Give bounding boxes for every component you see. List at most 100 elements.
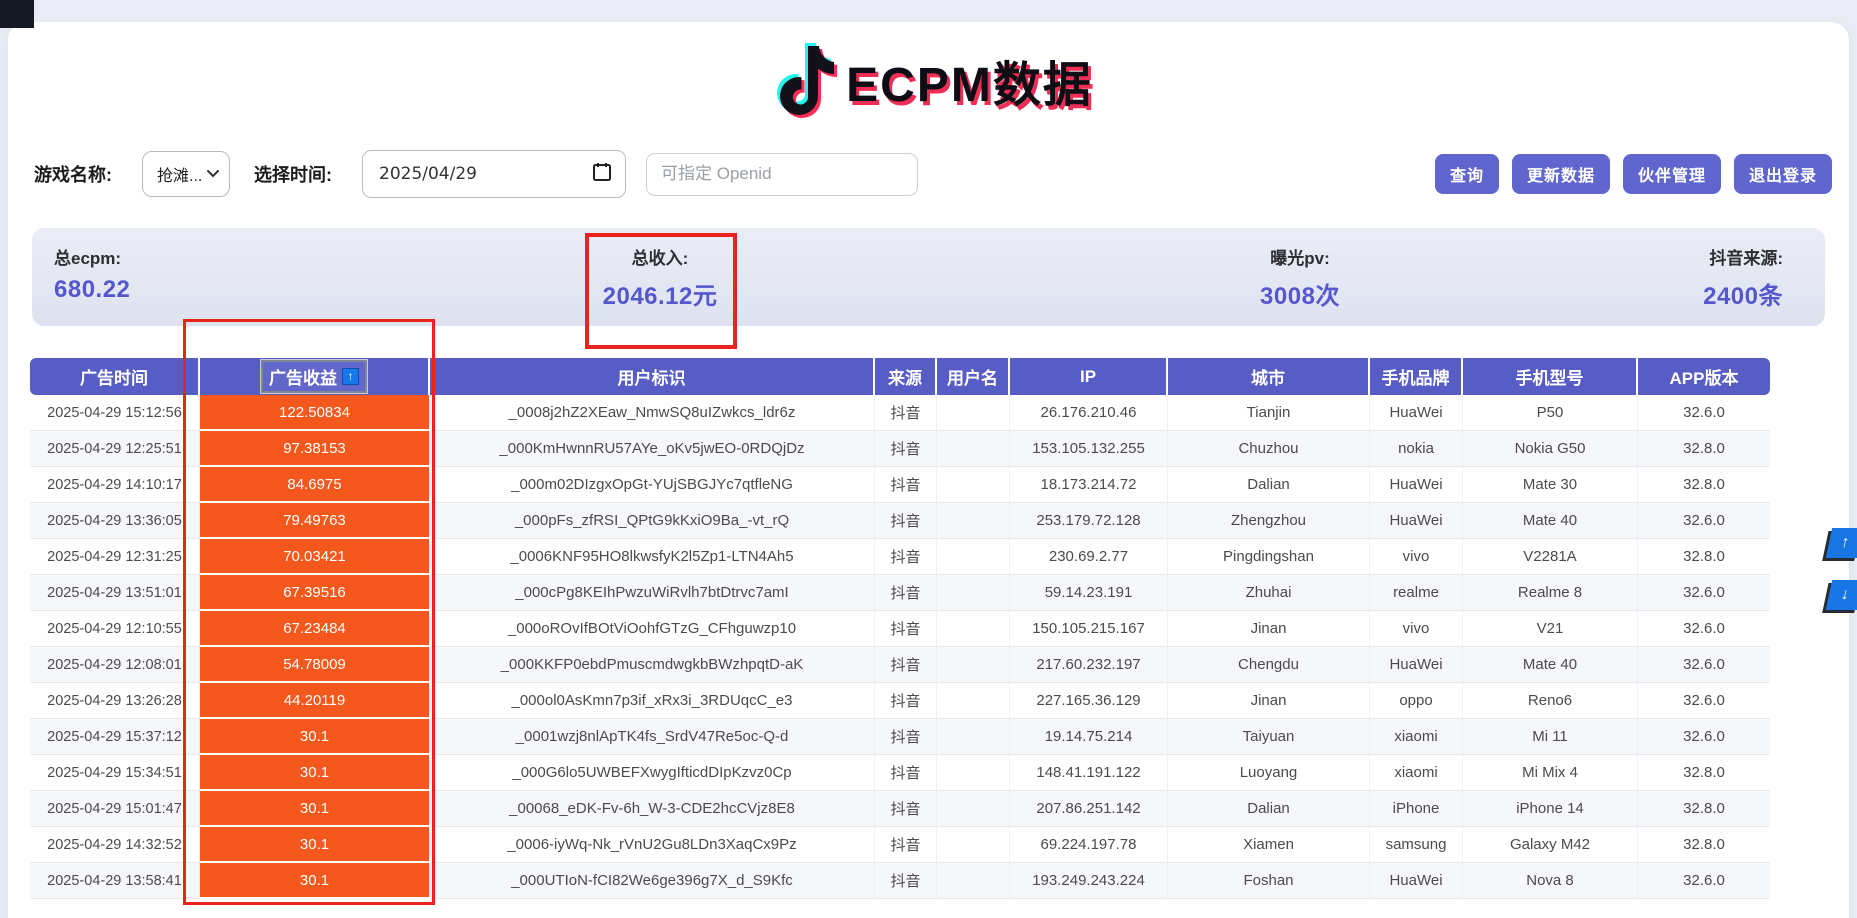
- stat-douyin-source: 抖音来源: 2400条: [1703, 244, 1783, 311]
- app-header: ECPM数据: [0, 38, 1857, 122]
- cell-app-version: 32.6.0: [1638, 575, 1770, 611]
- cell-user-id: _0006-iyWq-Nk_rVnU2Gu8LDn3XaqCx9Pz: [430, 827, 875, 863]
- cell-source: 抖音: [875, 647, 937, 683]
- cell-ad-time: 2025-04-29 14:32:52: [30, 827, 200, 863]
- cell-phone-model: Mi 11: [1463, 719, 1638, 755]
- revenue-sort-button[interactable]: 广告收益 ↑: [261, 360, 367, 393]
- table-header-row: 广告时间 广告收益 ↑ 用户标识 来源 用户名 IP 城市 手机品牌 手机型号 …: [30, 358, 1770, 395]
- cell-ad-revenue: 30.1: [200, 827, 430, 863]
- sort-ascending-icon[interactable]: ↑: [342, 368, 359, 385]
- logout-button[interactable]: 退出登录: [1734, 154, 1832, 194]
- cell-city: Jinan: [1168, 611, 1370, 647]
- table-row: 2025-04-29 12:25:5197.38153_000KmHwnnRU5…: [30, 431, 1770, 467]
- table-row: 2025-04-29 12:08:0154.78009_000KKFP0ebdP…: [30, 647, 1770, 683]
- cell-source: 抖音: [875, 575, 937, 611]
- cell-ip: 217.60.232.197: [1010, 647, 1168, 683]
- cell-ad-revenue: 30.1: [200, 755, 430, 791]
- cell-source: 抖音: [875, 431, 937, 467]
- col-user-id: 用户标识: [430, 358, 875, 395]
- cell-username: [937, 503, 1010, 539]
- cell-source: 抖音: [875, 611, 937, 647]
- cell-ad-time: 2025-04-29 12:08:01: [30, 647, 200, 683]
- table-row: 2025-04-29 15:01:4730.1_00068_eDK-Fv-6h_…: [30, 791, 1770, 827]
- scroll-to-bottom-button[interactable]: ↓: [1826, 580, 1857, 610]
- stat-label: 总ecpm:: [54, 244, 130, 269]
- calendar-icon[interactable]: [593, 162, 611, 186]
- cell-user-id: _00068_eDK-Fv-6h_W-3-CDE2hcCVjz8E8: [430, 791, 875, 827]
- cell-phone-model: V2281A: [1463, 539, 1638, 575]
- cell-app-version: 32.6.0: [1638, 863, 1770, 899]
- cell-city: Foshan: [1168, 863, 1370, 899]
- cell-username: [937, 395, 1010, 431]
- cell-app-version: 32.6.0: [1638, 719, 1770, 755]
- cell-source: 抖音: [875, 791, 937, 827]
- cell-city: Dalian: [1168, 791, 1370, 827]
- cell-phone-model: Reno6: [1463, 683, 1638, 719]
- cell-ip: 153.105.132.255: [1010, 431, 1168, 467]
- cell-ad-revenue: 30.1: [200, 863, 430, 899]
- select-time-label: 选择时间:: [254, 161, 332, 187]
- cell-app-version: 32.6.0: [1638, 683, 1770, 719]
- cell-phone-brand: nokia: [1370, 431, 1463, 467]
- cell-ad-revenue: 54.78009: [200, 647, 430, 683]
- table-row: 2025-04-29 14:10:1784.6975_000m02DIzgxOp…: [30, 467, 1770, 503]
- cell-source: 抖音: [875, 863, 937, 899]
- window-corner-mark: [0, 0, 34, 28]
- col-ip: IP: [1010, 358, 1168, 395]
- table-row: 2025-04-29 15:34:5130.1_000G6lo5UWBEFXwy…: [30, 755, 1770, 791]
- game-select[interactable]: 抢滩...: [142, 151, 230, 197]
- stat-total-ecpm: 总ecpm: 680.22: [54, 244, 130, 304]
- scroll-to-top-button[interactable]: ↑: [1826, 528, 1857, 558]
- cell-phone-model: Realme 8: [1463, 575, 1638, 611]
- cell-ip: 227.165.36.129: [1010, 683, 1168, 719]
- cell-phone-brand: xiaomi: [1370, 719, 1463, 755]
- cell-ad-time: 2025-04-29 13:26:28: [30, 683, 200, 719]
- cell-phone-model: Mi Mix 4: [1463, 755, 1638, 791]
- page-title: ECPM数据: [846, 45, 1093, 115]
- table-row: 2025-04-29 13:36:0579.49763_000pFs_zfRSI…: [30, 503, 1770, 539]
- cell-ip: 150.105.215.167: [1010, 611, 1168, 647]
- cell-user-id: _000pFs_zfRSI_QPtG9kKxiO9Ba_-vt_rQ: [430, 503, 875, 539]
- cell-phone-brand: HuaWei: [1370, 647, 1463, 683]
- cell-city: Luoyang: [1168, 755, 1370, 791]
- partner-management-button[interactable]: 伙伴管理: [1623, 154, 1721, 194]
- cell-ip: 18.173.214.72: [1010, 467, 1168, 503]
- cell-ad-time: 2025-04-29 12:25:51: [30, 431, 200, 467]
- cell-user-id: _0001wzj8nlApTK4fs_SrdV47Re5oc-Q-d: [430, 719, 875, 755]
- cell-ad-revenue: 30.1: [200, 719, 430, 755]
- cell-user-id: _0008j2hZ2XEaw_NmwSQ8uIZwkcs_ldr6z: [430, 395, 875, 431]
- cell-user-id: _0006KNF95HO8lkwsfyK2l5Zp1-LTN4Ah5: [430, 539, 875, 575]
- col-phone-brand: 手机品牌: [1370, 358, 1463, 395]
- cell-phone-brand: iPhone: [1370, 791, 1463, 827]
- date-value: 2025/04/29: [379, 164, 477, 184]
- cell-username: [937, 863, 1010, 899]
- query-button[interactable]: 查询: [1435, 154, 1499, 194]
- cell-ad-time: 2025-04-29 12:10:55: [30, 611, 200, 647]
- col-source: 来源: [875, 358, 937, 395]
- cell-city: Chengdu: [1168, 647, 1370, 683]
- table-row: 2025-04-29 13:58:4130.1_000UTIoN-fCI82We…: [30, 863, 1770, 899]
- cell-ad-revenue: 79.49763: [200, 503, 430, 539]
- cell-phone-brand: oppo: [1370, 683, 1463, 719]
- date-input[interactable]: 2025/04/29: [362, 150, 626, 198]
- stat-value: 680.22: [54, 276, 130, 304]
- cell-username: [937, 575, 1010, 611]
- cell-ip: 148.41.191.122: [1010, 755, 1168, 791]
- cell-city: Pingdingshan: [1168, 539, 1370, 575]
- openid-input[interactable]: [646, 153, 918, 196]
- cell-phone-brand: HuaWei: [1370, 467, 1463, 503]
- stat-value: 3008次: [1260, 276, 1340, 311]
- cell-ip: 59.14.23.191: [1010, 575, 1168, 611]
- cell-source: 抖音: [875, 827, 937, 863]
- stat-label: 抖音来源:: [1703, 244, 1783, 269]
- stat-value: 2400条: [1703, 276, 1783, 311]
- update-data-button[interactable]: 更新数据: [1512, 154, 1610, 194]
- cell-phone-model: Mate 30: [1463, 467, 1638, 503]
- cell-username: [937, 755, 1010, 791]
- cell-app-version: 32.6.0: [1638, 647, 1770, 683]
- cell-city: Zhuhai: [1168, 575, 1370, 611]
- cell-ip: 230.69.2.77: [1010, 539, 1168, 575]
- cell-app-version: 32.8.0: [1638, 431, 1770, 467]
- cell-phone-model: V21: [1463, 611, 1638, 647]
- table-row: 2025-04-29 13:26:2844.20119_000ol0AsKmn7…: [30, 683, 1770, 719]
